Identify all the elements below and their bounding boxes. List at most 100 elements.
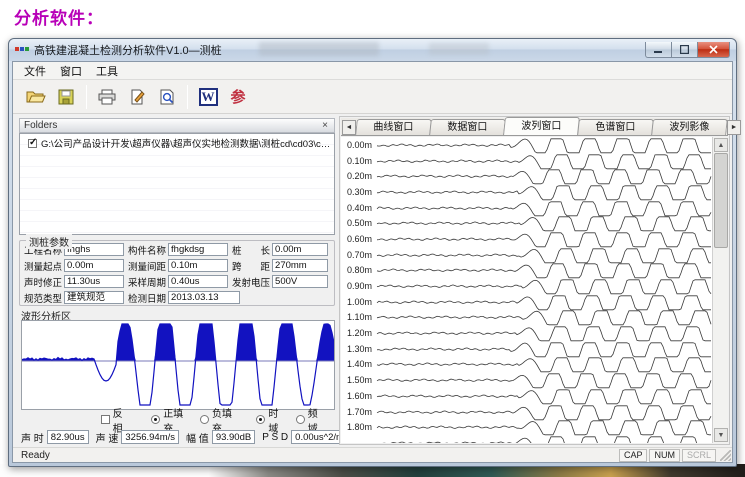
wave-train-row[interactable]: 1.00m xyxy=(341,294,712,310)
param-label: 检测日期 xyxy=(128,291,166,305)
wave-train-row[interactable]: 1.40m xyxy=(341,357,712,373)
maximize-button[interactable] xyxy=(671,42,698,58)
param-value-field[interactable]: 11.30us xyxy=(64,275,124,288)
open-file-button[interactable] xyxy=(23,84,49,110)
open-folder-icon xyxy=(26,89,46,105)
menu-item-2[interactable]: 工具 xyxy=(89,62,125,80)
tab-label: 曲线窗口 xyxy=(357,120,430,136)
tab-label: 波列窗口 xyxy=(505,118,578,136)
print-button[interactable] xyxy=(94,84,120,110)
wave-train-row[interactable]: 1.30m xyxy=(341,341,712,357)
param-value-field[interactable]: 0.40us xyxy=(168,275,228,288)
measure-label: 声 速 xyxy=(96,430,119,445)
param-label: 测量间距 xyxy=(128,259,166,273)
folders-tree: G:\公司产品设计开发\超声仪器\超声仪实地检测数据\测桩cd\cd03\cd0… xyxy=(19,133,335,235)
param-value-field[interactable]: 2013.03.13 xyxy=(168,291,240,304)
tab-scroll-right-button[interactable]: ► xyxy=(727,120,741,135)
tab-3[interactable]: 色谱窗口 xyxy=(577,119,654,135)
wave-trace xyxy=(377,215,711,231)
minimize-button[interactable] xyxy=(645,42,672,58)
param-value-field[interactable]: 0.00m xyxy=(64,259,124,272)
radio-circle xyxy=(296,415,305,424)
pile-params-group: 测桩参数 工程名称fhghs构件名称fhgkdsg桩 长0.00m测量起点0.0… xyxy=(19,240,335,306)
wave-train-row[interactable]: 0.20m xyxy=(341,168,712,184)
param-value-field[interactable]: 270mm xyxy=(272,259,328,272)
save-floppy-icon xyxy=(58,89,74,105)
file-path-label: G:\公司产品设计开发\超声仪器\超声仪实地检测数据\测桩cd\cd03\cd0… xyxy=(41,136,332,150)
parameter-button[interactable]: 参 xyxy=(225,84,251,110)
depth-label: 0.50m xyxy=(341,218,377,228)
toolbar: W 参 xyxy=(13,80,732,114)
titlebar: 高铁建混凝土检测分析软件V1.0—测桩 xyxy=(9,39,736,61)
wave-train-row[interactable]: 1.20m xyxy=(341,325,712,341)
radio-circle xyxy=(256,415,265,424)
depth-label: 0.90m xyxy=(341,281,377,291)
depth-label: 0.80m xyxy=(341,265,377,275)
tab-4[interactable]: 波列影像 xyxy=(651,119,728,135)
param-value-field[interactable]: fhghs xyxy=(64,243,124,256)
menu-item-0[interactable]: 文件 xyxy=(17,62,53,80)
wave-train-row[interactable]: 0.40m xyxy=(341,200,712,216)
wave-train-row[interactable]: 1.70m xyxy=(341,404,712,420)
depth-label: 1.20m xyxy=(341,328,377,338)
wave-train-row[interactable]: 0.90m xyxy=(341,278,712,294)
wave-train-row[interactable]: 0.50m xyxy=(341,215,712,231)
param-label: 发射电压 xyxy=(232,275,270,289)
wave-train-row[interactable]: 1.80m xyxy=(341,419,712,435)
scroll-up-button[interactable]: ▲ xyxy=(714,138,728,152)
param-value-field[interactable]: 建筑规范 xyxy=(64,291,124,304)
toolbar-separator xyxy=(187,85,188,109)
file-checkbox[interactable] xyxy=(28,139,37,148)
tab-0[interactable]: 曲线窗口 xyxy=(355,119,432,135)
scroll-down-button[interactable]: ▼ xyxy=(714,428,728,442)
wave-train-row[interactable]: 0.10m xyxy=(341,153,712,169)
resize-grip[interactable] xyxy=(720,450,731,461)
vertical-scrollbar[interactable]: ▲ ▼ xyxy=(712,137,728,443)
param-value-field[interactable]: 500V xyxy=(272,275,328,288)
tab-scroll-left-button[interactable]: ◄ xyxy=(342,120,356,135)
wave-train-row[interactable]: 1.50m xyxy=(341,372,712,388)
depth-label: 0.10m xyxy=(341,156,377,166)
measure-value-field[interactable]: 93.90dB xyxy=(212,430,255,444)
param-value-field[interactable]: 0.10m xyxy=(168,259,228,272)
wave-train-row[interactable]: 1.60m xyxy=(341,388,712,404)
depth-label: 1.40m xyxy=(341,359,377,369)
print-preview-button[interactable] xyxy=(154,84,180,110)
depth-label: 0.40m xyxy=(341,203,377,213)
keyboard-indicators: CAPNUMSCRL xyxy=(617,449,716,462)
depth-label: 0.00m xyxy=(341,140,377,150)
wave-trace xyxy=(377,404,711,420)
wave-train-row[interactable] xyxy=(341,435,712,443)
wave-train-row[interactable]: 0.00m xyxy=(341,137,712,153)
wave-train-row[interactable]: 0.30m xyxy=(341,184,712,200)
wave-train-row[interactable]: 1.10m xyxy=(341,310,712,326)
param-value-field[interactable]: 0.00m xyxy=(272,243,328,256)
depth-label: 1.10m xyxy=(341,312,377,322)
tab-label: 色谱窗口 xyxy=(579,120,652,136)
close-button[interactable] xyxy=(697,42,730,58)
save-button[interactable] xyxy=(53,84,79,110)
folders-close-button[interactable]: × xyxy=(320,121,330,131)
measure-value-field[interactable]: 3256.94m/s xyxy=(121,430,179,444)
param-value-field[interactable]: fhgkdsg xyxy=(168,243,228,256)
wave-train-row[interactable]: 0.70m xyxy=(341,247,712,263)
waveform-analysis-box[interactable] xyxy=(21,320,335,410)
tab-1[interactable]: 数据窗口 xyxy=(429,119,506,135)
export-word-button[interactable]: W xyxy=(195,84,221,110)
scrollbar-thumb[interactable] xyxy=(714,153,728,248)
depth-label: 1.50m xyxy=(341,375,377,385)
indicator-scrl: SCRL xyxy=(682,449,716,462)
wave-train-list[interactable]: 0.00m 0.10m 0.20m0.30m 0.40m 0.50m 0.60m0.70m… xyxy=(341,137,712,443)
wave-train-row[interactable]: 0.60m xyxy=(341,231,712,247)
indicator-num: NUM xyxy=(649,449,680,462)
wave-trace xyxy=(377,262,711,278)
folders-panel-header: Folders × xyxy=(19,118,335,133)
print-setup-button[interactable] xyxy=(124,84,150,110)
param-label: 规范类型 xyxy=(24,291,62,305)
measure-value-field[interactable]: 82.90us xyxy=(47,430,89,444)
tree-item-data-file[interactable]: G:\公司产品设计开发\超声仪器\超声仪实地检测数据\测桩cd\cd03\cd0… xyxy=(20,134,334,150)
wave-train-row[interactable]: 0.80m xyxy=(341,263,712,279)
param-label: 构件名称 xyxy=(128,243,166,257)
menu-item-1[interactable]: 窗口 xyxy=(53,62,89,80)
tab-2[interactable]: 波列窗口 xyxy=(503,117,580,135)
